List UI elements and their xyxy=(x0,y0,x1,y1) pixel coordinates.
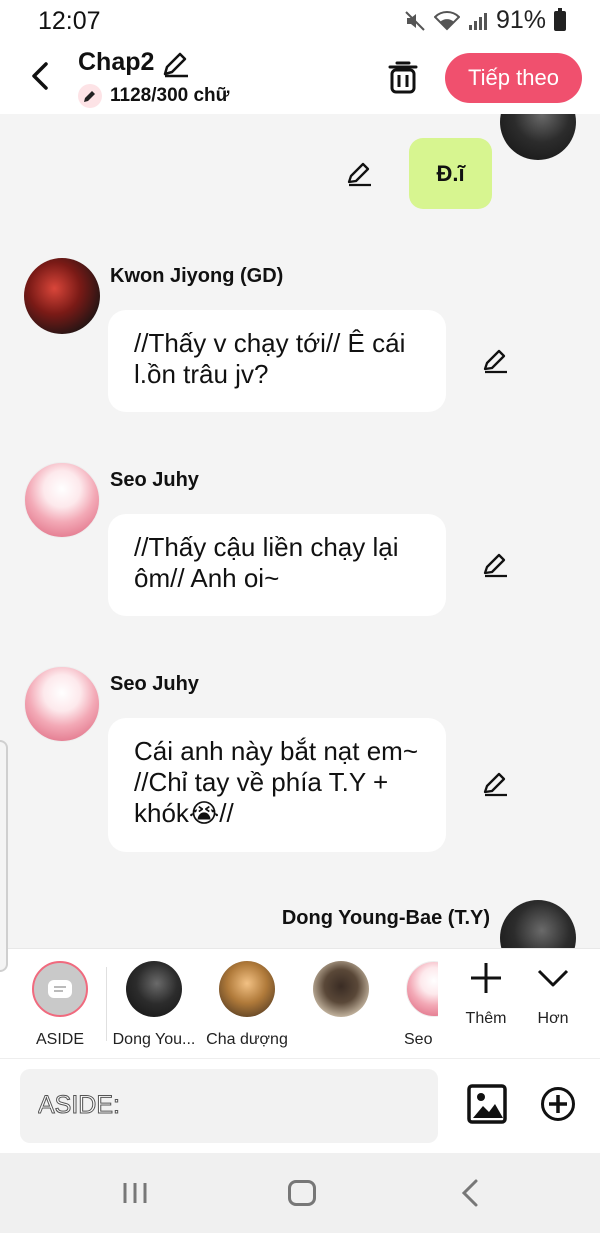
character-seo-juhy[interactable]: Seo xyxy=(394,961,438,1049)
more-label: Thêm xyxy=(465,1010,507,1027)
character-aside[interactable]: ASIDE xyxy=(12,961,108,1049)
avatar[interactable] xyxy=(500,114,576,160)
avatar[interactable] xyxy=(24,462,100,538)
message-text: //Thấy v chạy tới// Ê cái l.ồn trâu jv? xyxy=(134,328,406,389)
drag-handle[interactable] xyxy=(0,740,8,972)
chevron-down-icon xyxy=(537,969,569,987)
message-bubble-left[interactable]: //Thấy cậu liền chạy lại ôm// Anh oi~ xyxy=(108,514,446,616)
edit-message-pencil-icon[interactable] xyxy=(481,347,509,375)
aside-icon xyxy=(32,961,88,1017)
character-dong-young-bae[interactable]: Dong You... xyxy=(106,961,202,1049)
sender-name: Seo Juhy xyxy=(110,673,199,695)
avatar[interactable] xyxy=(24,258,100,334)
chevron-left-icon xyxy=(32,62,48,90)
character-label: Seo xyxy=(404,1031,433,1048)
plus-circle-icon[interactable] xyxy=(540,1086,576,1122)
recent-apps-icon[interactable] xyxy=(122,1181,148,1205)
chat-area[interactable]: Đ.ĩ Kwon Jiyong (GD) //Thấy v chạy tới//… xyxy=(0,114,600,948)
status-icons: 91% xyxy=(404,6,566,35)
avatar[interactable] xyxy=(24,666,100,742)
message-bubble-left[interactable]: //Thấy v chạy tới// Ê cái l.ồn trâu jv? xyxy=(108,310,446,412)
message-bubble-left[interactable]: Cái anh này bắt nạt em~ //Chỉ tay về phí… xyxy=(108,718,446,852)
input-bar xyxy=(0,1058,600,1153)
chapter-title[interactable]: Chap2 xyxy=(78,48,154,77)
sender-name: Kwon Jiyong (GD) xyxy=(110,265,284,287)
word-count-text: 1128/300 chữ xyxy=(110,85,230,106)
wifi-icon xyxy=(433,10,460,30)
character-label: Dong You... xyxy=(112,1031,196,1048)
sender-name: Seo Juhy xyxy=(110,469,199,491)
battery-icon xyxy=(554,7,566,31)
signal-icon xyxy=(468,12,487,30)
character-label: Cha dượng xyxy=(206,1031,288,1048)
avatar xyxy=(313,961,369,1017)
status-time: 12:07 xyxy=(38,7,101,35)
character-label: ASIDE xyxy=(35,1031,84,1048)
battery-percent: 91% xyxy=(495,6,546,34)
edit-message-pencil-icon[interactable] xyxy=(345,160,373,188)
pencil-icon xyxy=(78,84,102,108)
mute-icon xyxy=(405,10,425,31)
trash-icon[interactable] xyxy=(386,58,420,96)
avatar xyxy=(126,961,182,1017)
message-text: //Thấy cậu liền chạy lại ôm// Anh oi~ xyxy=(134,532,399,593)
system-nav-bar xyxy=(0,1153,600,1233)
message-text: Cái anh này bắt nạt em~ //Chỉ tay về phí… xyxy=(134,736,419,828)
next-button[interactable]: Tiếp theo xyxy=(445,53,582,103)
avatar[interactable] xyxy=(500,900,576,948)
title-pencil-icon[interactable] xyxy=(160,49,190,79)
status-bar: 12:07 91% xyxy=(0,0,600,42)
back-button[interactable] xyxy=(20,56,60,96)
less-label: Hơn xyxy=(537,1010,569,1027)
edit-message-pencil-icon[interactable] xyxy=(481,770,509,798)
edit-message-pencil-icon[interactable] xyxy=(481,551,509,579)
more-characters-button[interactable]: Thêm xyxy=(456,961,516,1028)
avatar xyxy=(406,961,438,1017)
character-unnamed[interactable] xyxy=(293,961,389,1031)
plus-icon xyxy=(471,963,501,993)
nav-back-icon[interactable] xyxy=(458,1178,482,1208)
message-bubble-right[interactable]: Đ.ĩ xyxy=(409,138,492,209)
message-text: Đ.ĩ xyxy=(436,160,465,186)
home-icon[interactable] xyxy=(288,1180,316,1206)
message-input[interactable] xyxy=(20,1069,438,1143)
character-selector: ASIDE Dong You... Cha dượng Seo Thêm Hơn xyxy=(0,948,600,1058)
editor-header: Chap2 1128/300 chữ Tiếp theo xyxy=(0,42,600,114)
sender-name: Dong Young-Bae (T.Y) xyxy=(281,907,490,929)
collapse-button[interactable]: Hơn xyxy=(523,961,583,1028)
avatar xyxy=(219,961,275,1017)
word-count: 1128/300 chữ xyxy=(78,84,229,108)
image-icon[interactable] xyxy=(467,1084,507,1124)
character-cha-duong[interactable]: Cha dượng xyxy=(199,961,295,1049)
